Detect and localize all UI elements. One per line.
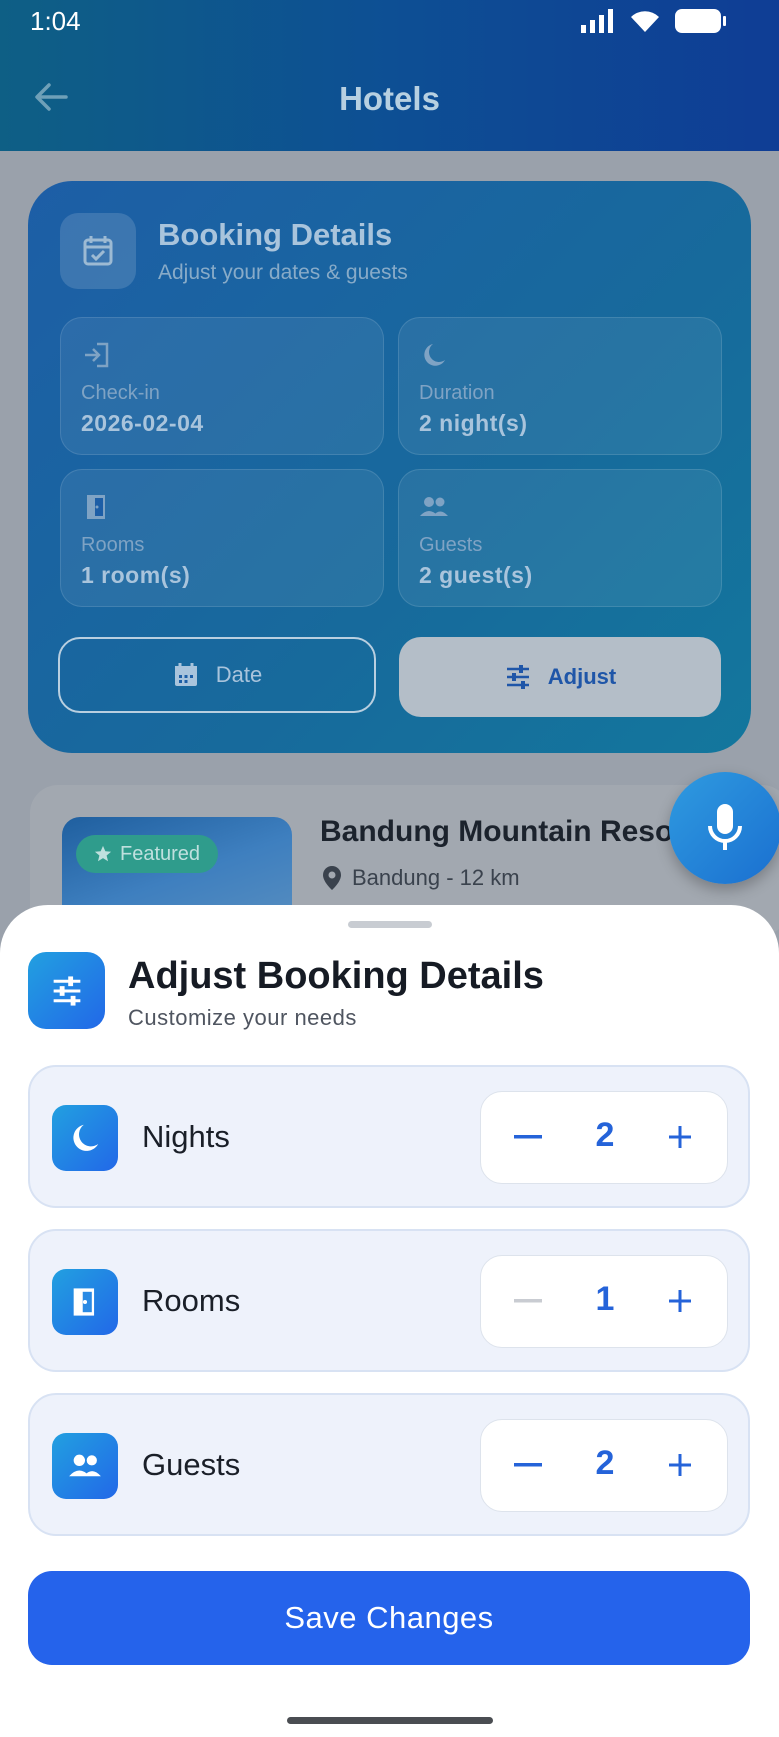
plus-icon — [669, 1454, 691, 1476]
voice-search-button[interactable] — [669, 772, 779, 884]
booking-subtitle: Adjust your dates & guests — [158, 261, 408, 284]
nights-label: Nights — [142, 1119, 230, 1154]
checkin-label: Check-in — [81, 382, 160, 404]
status-icons — [581, 8, 727, 34]
nights-increment-button[interactable] — [655, 1112, 705, 1162]
moon-icon — [424, 344, 445, 366]
star-icon — [94, 845, 112, 862]
duration-tile: Duration 2 night(s) — [398, 317, 722, 455]
booking-title: Booking Details — [158, 217, 393, 252]
sheet-subtitle: Customize your needs — [128, 1005, 357, 1030]
booking-details-card: Booking Details Adjust your dates & gues… — [28, 181, 751, 753]
door-icon — [52, 1269, 118, 1335]
featured-label: Featured — [120, 842, 201, 865]
signal-icon — [581, 9, 613, 33]
moon-icon — [52, 1105, 118, 1171]
location-pin-icon — [323, 866, 341, 890]
calendar-check-icon — [60, 213, 136, 289]
people-icon — [52, 1433, 118, 1499]
adjust-booking-sheet: Adjust Booking Details Customize your ne… — [0, 905, 779, 1737]
tune-icon — [506, 665, 529, 689]
app-bar: 1:04 Hotels — [0, 0, 779, 151]
guests-increment-button[interactable] — [655, 1440, 705, 1490]
date-button-label: Date — [215, 662, 263, 687]
checkin-tile: Check-in 2026-02-04 — [60, 317, 384, 455]
hotel-name: Bandung Mountain Reso — [320, 815, 674, 848]
checkin-value: 2026-02-04 — [81, 410, 204, 436]
guests-tile: Guests 2 guest(s) — [398, 469, 722, 607]
adjust-button[interactable]: Adjust — [399, 637, 721, 717]
microphone-icon — [708, 804, 742, 850]
rooms-value: 1 room(s) — [81, 562, 191, 588]
login-icon — [85, 342, 109, 368]
guests-row: Guests 2 — [28, 1393, 750, 1536]
featured-badge: Featured — [76, 835, 219, 873]
hotel-location-text: Bandung - 12 km — [352, 865, 520, 890]
page-title: Hotels — [339, 80, 440, 117]
status-bar: 1:04 — [0, 0, 779, 44]
battery-icon — [675, 9, 726, 33]
rooms-stepper: 1 — [480, 1255, 728, 1348]
nights-stepper: 2 — [480, 1091, 728, 1184]
date-button[interactable]: Date — [58, 637, 376, 713]
rooms-row: Rooms 1 — [28, 1229, 750, 1372]
duration-label: Duration — [419, 382, 495, 404]
adjust-button-label: Adjust — [547, 664, 617, 689]
duration-value: 2 night(s) — [419, 410, 528, 436]
sheet-drag-handle[interactable] — [348, 921, 432, 928]
door-icon — [87, 495, 105, 519]
rooms-tile: Rooms 1 room(s) — [60, 469, 384, 607]
rooms-label: Rooms — [142, 1283, 241, 1318]
sheet-title: Adjust Booking Details — [128, 955, 544, 997]
guests-label: Guests — [419, 534, 483, 556]
nights-row: Nights 2 — [28, 1065, 750, 1208]
guests-label: Guests — [142, 1447, 241, 1482]
status-time: 1:04 — [30, 6, 81, 36]
guests-value: 2 guest(s) — [419, 562, 533, 588]
rooms-label: Rooms — [81, 534, 145, 556]
plus-icon — [669, 1290, 691, 1312]
people-icon — [420, 497, 448, 516]
wifi-icon — [631, 11, 659, 32]
home-indicator — [287, 1717, 493, 1724]
guests-stepper: 2 — [480, 1419, 728, 1512]
calendar-icon — [174, 663, 197, 686]
tune-icon — [28, 952, 105, 1029]
hotel-location: Bandung - 12 km — [322, 865, 520, 891]
rooms-increment-button[interactable] — [655, 1276, 705, 1326]
plus-icon — [669, 1126, 691, 1148]
save-changes-button[interactable]: Save Changes — [28, 1571, 750, 1665]
